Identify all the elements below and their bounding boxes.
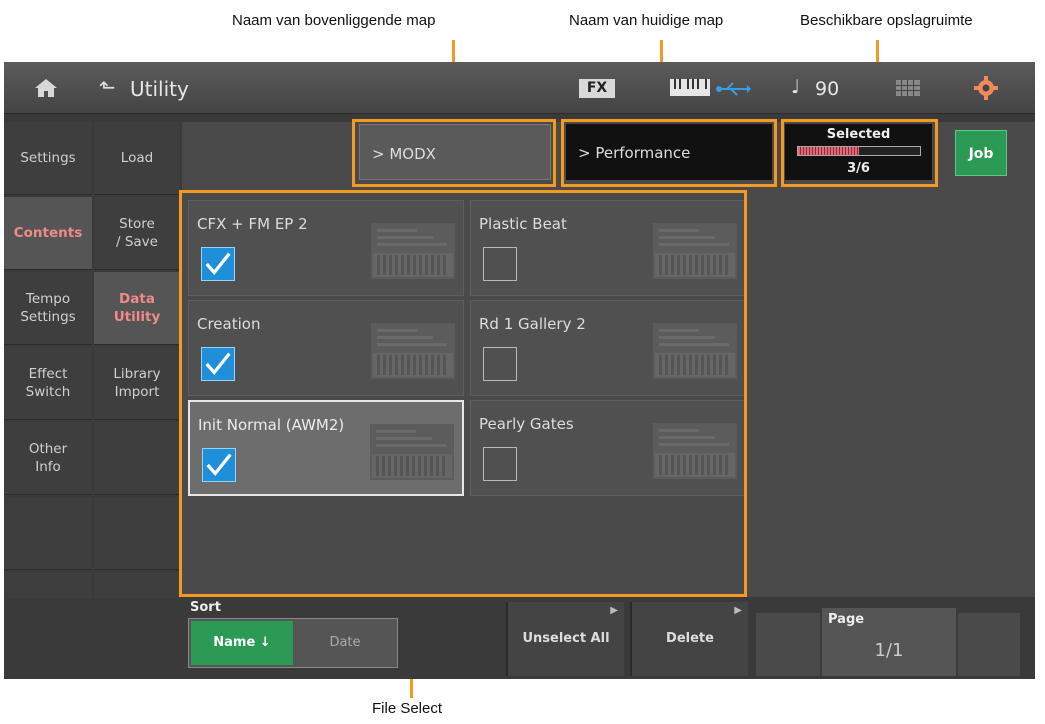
file-card[interactable]: Rd 1 Gallery 2 bbox=[470, 300, 746, 396]
tab-tempo-settings[interactable]: Tempo Settings bbox=[4, 272, 92, 345]
page-label: Page bbox=[828, 612, 865, 627]
sort-label: Sort bbox=[190, 600, 221, 615]
file-card[interactable]: Creation bbox=[188, 300, 464, 396]
checkbox-checked-icon[interactable] bbox=[202, 448, 236, 482]
file-card[interactable]: Pearly Gates bbox=[470, 400, 746, 496]
file-card[interactable]: CFX + FM EP 2 bbox=[188, 200, 464, 296]
performance-thumbnail-icon bbox=[371, 323, 455, 379]
callout-file-select: File Select bbox=[372, 700, 443, 717]
callout-parent-folder: Naam van bovenliggende map bbox=[232, 12, 436, 29]
gear-icon[interactable] bbox=[974, 76, 998, 100]
delete-label: Delete bbox=[666, 631, 714, 646]
checkbox-unchecked-icon[interactable] bbox=[483, 347, 517, 381]
back-icon[interactable]: ⬑ bbox=[99, 76, 121, 98]
device-screen: ⬑ Utility FX ♩ 90 Settings Contents Temp… bbox=[4, 62, 1035, 679]
sort-date-button[interactable]: Date bbox=[295, 621, 395, 665]
page-indicator[interactable]: Page 1/1 bbox=[822, 608, 956, 676]
unselect-all-label: Unselect All bbox=[522, 631, 610, 646]
callout-storage: Beschikbare opslagruimte bbox=[800, 12, 973, 29]
performance-thumbnail-icon bbox=[653, 323, 737, 379]
file-name: Plastic Beat bbox=[479, 215, 567, 233]
storage-bar bbox=[797, 146, 921, 156]
file-name: Creation bbox=[197, 315, 261, 333]
callout-current-folder: Naam van huidige map bbox=[569, 12, 724, 29]
file-name: CFX + FM EP 2 bbox=[197, 215, 308, 233]
file-card[interactable]: Init Normal (AWM2) bbox=[188, 400, 464, 496]
performance-thumbnail-icon bbox=[653, 223, 737, 279]
performance-thumbnail-icon bbox=[371, 223, 455, 279]
checkbox-checked-icon[interactable] bbox=[201, 347, 235, 381]
tab-effect-switch[interactable]: Effect Switch bbox=[4, 347, 92, 420]
tab-contents[interactable]: Contents bbox=[4, 197, 92, 270]
subtab-load[interactable]: Load bbox=[94, 122, 180, 195]
keyboard-icon bbox=[670, 79, 710, 96]
file-name: Rd 1 Gallery 2 bbox=[479, 315, 586, 333]
tab-settings[interactable]: Settings bbox=[4, 122, 92, 195]
page-value: 1/1 bbox=[874, 640, 904, 661]
tab-other-info[interactable]: Other Info bbox=[4, 422, 92, 495]
subtab-data-utility[interactable]: Data Utility bbox=[94, 272, 180, 345]
usb-icon bbox=[716, 82, 751, 96]
page-title: Utility bbox=[130, 77, 189, 101]
submenu-icon: ▶ bbox=[610, 605, 618, 616]
current-folder-name: > Performance bbox=[566, 124, 772, 180]
subtab-store-save[interactable]: Store / Save bbox=[94, 197, 180, 270]
job-button[interactable]: Job bbox=[955, 130, 1007, 176]
subtab-empty-2 bbox=[94, 497, 180, 570]
storage-indicator: Selected 3/6 bbox=[785, 124, 932, 180]
delete-button[interactable]: Delete ▶ bbox=[630, 602, 748, 676]
submenu-icon: ▶ bbox=[734, 605, 742, 616]
page-flank-left bbox=[756, 613, 820, 676]
file-select-grid: CFX + FM EP 2 Plastic Beat Creation Rd 1 Ga… bbox=[184, 196, 746, 592]
checkbox-unchecked-icon[interactable] bbox=[483, 447, 517, 481]
checkbox-unchecked-icon[interactable] bbox=[483, 247, 517, 281]
performance-thumbnail-icon bbox=[370, 424, 454, 480]
unselect-all-button[interactable]: Unselect All ▶ bbox=[506, 602, 624, 676]
file-name: Pearly Gates bbox=[479, 415, 574, 433]
note-icon: ♩ bbox=[791, 76, 800, 98]
top-bar: ⬑ Utility FX ♩ 90 bbox=[4, 62, 1035, 114]
parent-folder-name[interactable]: > MODX bbox=[359, 124, 551, 180]
checkbox-checked-icon[interactable] bbox=[201, 247, 235, 281]
fx-indicator[interactable]: FX bbox=[579, 79, 615, 98]
tab-empty-1 bbox=[4, 497, 92, 570]
file-card[interactable]: Plastic Beat bbox=[470, 200, 746, 296]
sort-control: Name ↓ Date bbox=[188, 618, 398, 668]
performance-thumbnail-icon bbox=[653, 423, 737, 479]
subtab-empty-1 bbox=[94, 422, 180, 495]
file-name: Init Normal (AWM2) bbox=[198, 416, 345, 434]
storage-value: 3/6 bbox=[847, 161, 870, 176]
sort-name-button[interactable]: Name ↓ bbox=[191, 621, 293, 665]
grid-icon[interactable] bbox=[896, 80, 920, 96]
page-flank-right bbox=[958, 613, 1020, 676]
tempo-value[interactable]: 90 bbox=[815, 78, 839, 100]
manual-figure: Naam van bovenliggende map Naam van huid… bbox=[0, 0, 1045, 724]
subtab-library-import[interactable]: Library Import bbox=[94, 347, 180, 420]
storage-label: Selected bbox=[826, 127, 891, 142]
home-icon[interactable] bbox=[34, 78, 58, 98]
